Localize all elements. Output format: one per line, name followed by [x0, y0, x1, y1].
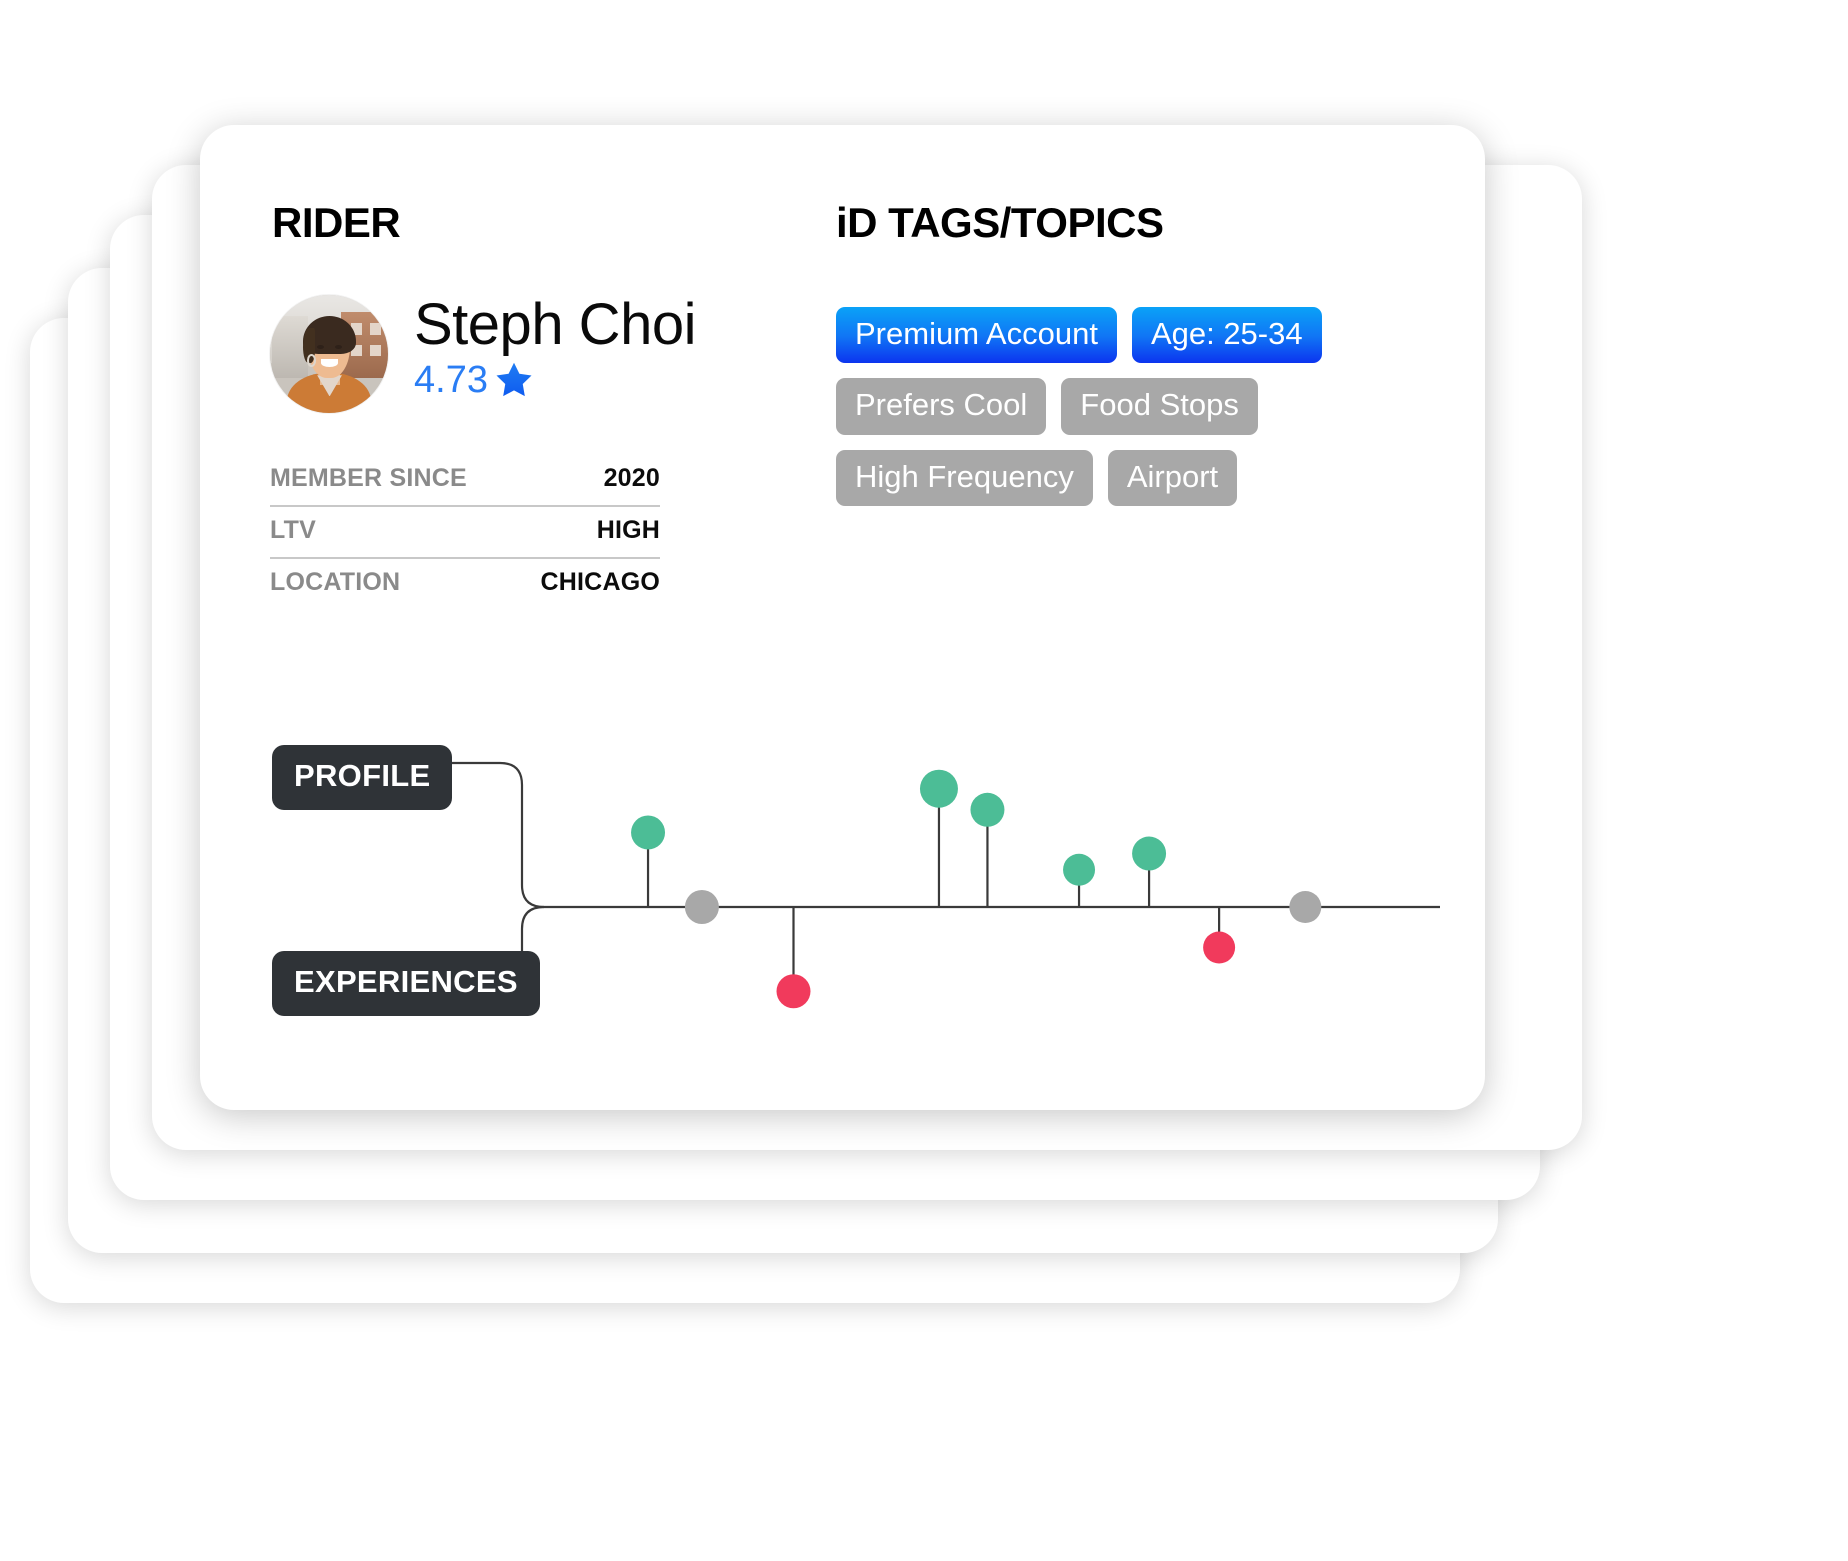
rider-profile-card: RIDER iD TAGS/TOPICS Steph Choi 4.73 MEM…	[200, 125, 1485, 1110]
timeline-node-5	[1063, 853, 1096, 886]
tag-food-stops[interactable]: Food Stops	[1061, 378, 1258, 435]
timeline-node-2	[776, 974, 811, 1009]
rating-row: 4.73	[414, 358, 696, 402]
tag-age-range[interactable]: Age: 25-34	[1131, 307, 1322, 364]
timeline-label-experiences: EXPERIENCES	[272, 951, 540, 1016]
attr-value: 2020	[603, 464, 660, 492]
table-row: MEMBER SINCE 2020	[270, 455, 660, 505]
rider-name: Steph Choi	[414, 292, 696, 357]
attr-value: CHICAGO	[540, 568, 660, 596]
attr-label: LOCATION	[270, 568, 401, 596]
table-row: LTV HIGH	[270, 505, 660, 557]
attribute-table: MEMBER SINCE 2020 LTV HIGH LOCATION CHIC…	[270, 455, 660, 609]
timeline-node-6	[1132, 836, 1167, 871]
experience-timeline: PROFILE EXPERIENCES	[200, 685, 1485, 1105]
avatar	[270, 295, 388, 413]
rating-value: 4.73	[414, 358, 488, 401]
timeline-node-1	[684, 890, 719, 924]
timeline-node-4	[970, 792, 1005, 827]
screenshot-root: RIDER iD TAGS/TOPICS Steph Choi 4.73 MEM…	[0, 0, 1848, 1561]
tag-airport[interactable]: Airport	[1107, 449, 1238, 507]
timeline-node-3	[919, 769, 958, 808]
tag-prefers-cool[interactable]: Prefers Cool	[836, 378, 1047, 435]
tag-premium-account[interactable]: Premium Account	[836, 307, 1117, 364]
identity-block: Steph Choi 4.73	[414, 295, 696, 402]
tag-high-frequency[interactable]: High Frequency	[836, 449, 1093, 507]
tag-list: Premium Account Age: 25-34 Prefers Cool …	[836, 307, 1396, 507]
star-icon	[492, 358, 536, 402]
timeline-label-profile: PROFILE	[272, 745, 453, 810]
table-row: LOCATION CHICAGO	[270, 557, 660, 609]
timeline-node-8	[1289, 891, 1322, 923]
attr-label: LTV	[270, 516, 316, 544]
attr-label: MEMBER SINCE	[270, 464, 467, 492]
tags-section-heading: iD TAGS/TOPICS	[836, 199, 1164, 246]
timeline-node-0	[631, 815, 666, 850]
rider-section-heading: RIDER	[272, 199, 401, 246]
attr-value: HIGH	[596, 516, 660, 544]
timeline-node-7	[1203, 931, 1236, 964]
profile-block: Steph Choi 4.73	[270, 295, 696, 413]
